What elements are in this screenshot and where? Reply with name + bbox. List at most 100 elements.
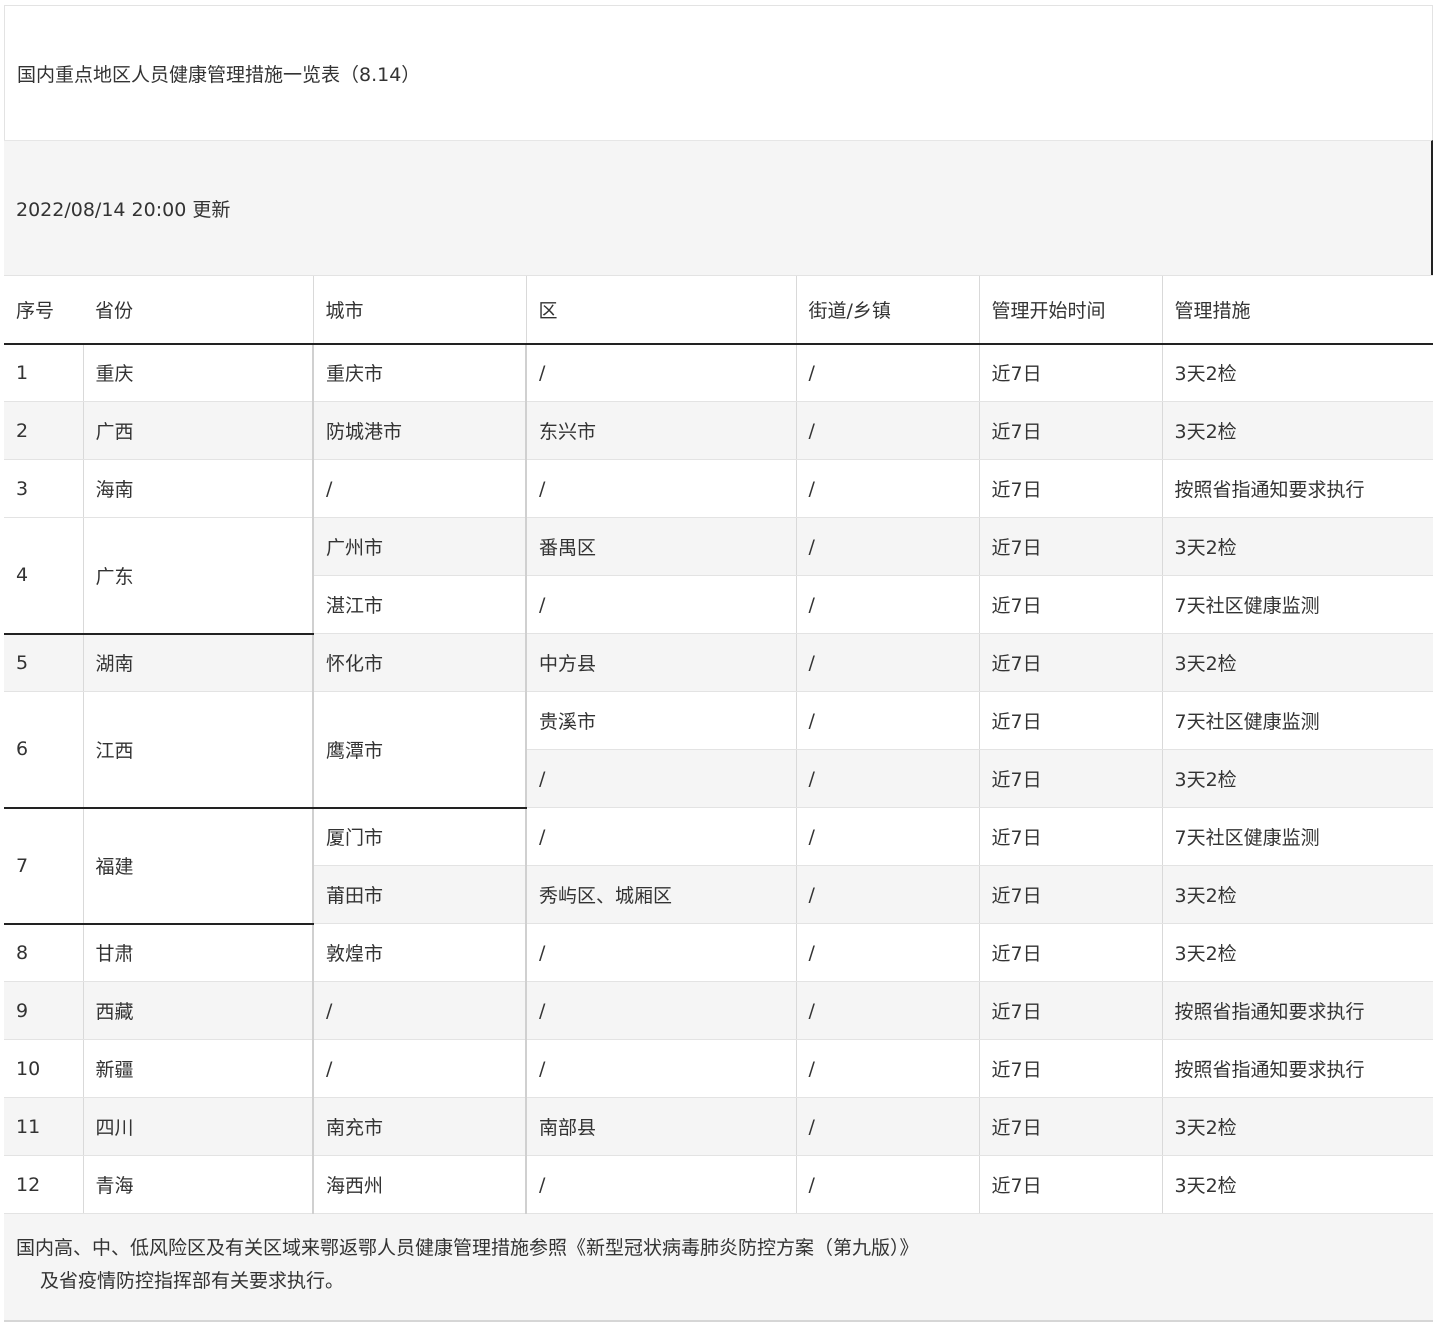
header-no: 序号 [4, 275, 83, 345]
cell-start: 近7日 [978, 749, 1162, 808]
cell-no: 12 [4, 1155, 83, 1214]
cell-measure: 3天2检 [1161, 1097, 1433, 1156]
cell-no: 3 [4, 459, 83, 518]
cell-province: 重庆 [82, 343, 313, 402]
cell-district: / [525, 923, 796, 982]
cell-city: 厦门市 [312, 807, 526, 866]
cell-street: / [795, 401, 979, 460]
cell-city: 敦煌市 [312, 923, 526, 982]
cell-no: 1 [4, 343, 83, 402]
cell-district: / [525, 575, 796, 634]
table-row: 4 广东 广州市 番禺区 / 近7日 3天2检 [4, 517, 1433, 635]
cell-city: 怀化市 [312, 633, 526, 692]
cell-district: / [525, 749, 796, 808]
cell-start: 近7日 [978, 401, 1162, 460]
cell-start: 近7日 [978, 923, 1162, 982]
cell-city: 鹰潭市 [312, 691, 526, 809]
cell-city: / [312, 459, 526, 518]
cell-district: 南部县 [525, 1097, 796, 1156]
cell-street: / [795, 807, 979, 866]
cell-province: 福建 [82, 807, 313, 925]
table-row: 7 福建 厦门市 / / 近7日 7天社区健康监测 [4, 807, 1433, 925]
cell-street: / [795, 981, 979, 1040]
table-row: 12 青海 海西州 / / 近7日 3天2检 [4, 1155, 1433, 1214]
header-street: 街道/乡镇 [795, 275, 979, 345]
cell-district: 番禺区 [525, 517, 796, 576]
cell-start: 近7日 [978, 633, 1162, 692]
cell-province: 湖南 [82, 633, 313, 692]
table-row: 8 甘肃 敦煌市 / / 近7日 3天2检 [4, 923, 1433, 982]
cell-district: / [525, 343, 796, 402]
cell-measure: 7天社区健康监测 [1161, 807, 1433, 866]
cell-start: 近7日 [978, 575, 1162, 634]
cell-measure: 3天2检 [1161, 865, 1433, 924]
cell-start: 近7日 [978, 1039, 1162, 1098]
cell-measure: 3天2检 [1161, 343, 1433, 402]
cell-street: / [795, 575, 979, 634]
cell-start: 近7日 [978, 517, 1162, 576]
header-measure: 管理措施 [1161, 275, 1433, 345]
cell-street: / [795, 865, 979, 924]
cell-street: / [795, 1097, 979, 1156]
cell-start: 近7日 [978, 981, 1162, 1040]
header-start: 管理开始时间 [978, 275, 1162, 345]
cell-street: / [795, 1039, 979, 1098]
table-row: 5 湖南 怀化市 中方县 / 近7日 3天2检 [4, 633, 1433, 692]
table-row: 2 广西 防城港市 东兴市 / 近7日 3天2检 [4, 401, 1433, 460]
table-row: 6 江西 鹰潭市 贵溪市 / 近7日 7天社区健康监测 [4, 691, 1433, 809]
footer-note: 国内高、中、低风险区及有关区域来鄂返鄂人员健康管理措施参照《新型冠状病毒肺炎防控… [4, 1214, 1433, 1322]
cell-measure: 3天2检 [1161, 1155, 1433, 1214]
cell-no: 10 [4, 1039, 83, 1098]
cell-start: 近7日 [978, 807, 1162, 866]
table-row: 10 新疆 / / / 近7日 按照省指通知要求执行 [4, 1039, 1433, 1098]
page-title: 国内重点地区人员健康管理措施一览表（8.14） [4, 5, 1433, 140]
cell-city: 广州市 [312, 517, 526, 576]
cell-measure: 3天2检 [1161, 749, 1433, 808]
footer-line-1: 国内高、中、低风险区及有关区域来鄂返鄂人员健康管理措施参照《新型冠状病毒肺炎防控… [16, 1237, 919, 1259]
cell-province: 青海 [82, 1155, 313, 1214]
cell-city: 南充市 [312, 1097, 526, 1156]
cell-city: 重庆市 [312, 343, 526, 402]
cell-street: / [795, 923, 979, 982]
cell-no: 11 [4, 1097, 83, 1156]
cell-district: / [525, 1155, 796, 1214]
cell-start: 近7日 [978, 459, 1162, 518]
cell-street: / [795, 633, 979, 692]
cell-district: 贵溪市 [525, 691, 796, 750]
cell-street: / [795, 517, 979, 576]
table-header-row: 序号 省份 城市 区 街道/乡镇 管理开始时间 管理措施 [4, 275, 1433, 345]
cell-district: / [525, 807, 796, 866]
cell-no: 8 [4, 923, 83, 982]
cell-no: 5 [4, 633, 83, 692]
cell-city: / [312, 1039, 526, 1098]
cell-street: / [795, 1155, 979, 1214]
cell-province: 西藏 [82, 981, 313, 1040]
table-row: 11 四川 南充市 南部县 / 近7日 3天2检 [4, 1097, 1433, 1156]
cell-district: 中方县 [525, 633, 796, 692]
cell-province: 江西 [82, 691, 313, 809]
cell-street: / [795, 691, 979, 750]
cell-measure: 7天社区健康监测 [1161, 575, 1433, 634]
cell-district: / [525, 459, 796, 518]
cell-city: 海西州 [312, 1155, 526, 1214]
cell-city: 湛江市 [312, 575, 526, 634]
cell-province: 甘肃 [82, 923, 313, 982]
cell-district: 东兴市 [525, 401, 796, 460]
cell-district: 秀屿区、城厢区 [525, 865, 796, 924]
title-text: 国内重点地区人员健康管理措施一览表（8.14） [17, 63, 421, 86]
cell-district: / [525, 1039, 796, 1098]
cell-province: 新疆 [82, 1039, 313, 1098]
cell-measure: 3天2检 [1161, 633, 1433, 692]
cell-measure: 7天社区健康监测 [1161, 691, 1433, 750]
cell-city: / [312, 981, 526, 1040]
measures-table: 序号 省份 城市 区 街道/乡镇 管理开始时间 管理措施 1 重庆 重庆市 / … [4, 275, 1433, 1214]
cell-no: 7 [4, 807, 83, 925]
cell-measure: 按照省指通知要求执行 [1161, 1039, 1433, 1098]
cell-no: 9 [4, 981, 83, 1040]
cell-province: 四川 [82, 1097, 313, 1156]
update-time-text: 2022/08/14 20:00 更新 [16, 198, 231, 221]
cell-province: 广西 [82, 401, 313, 460]
cell-measure: 按照省指通知要求执行 [1161, 459, 1433, 518]
cell-start: 近7日 [978, 865, 1162, 924]
cell-province: 广东 [82, 517, 313, 635]
